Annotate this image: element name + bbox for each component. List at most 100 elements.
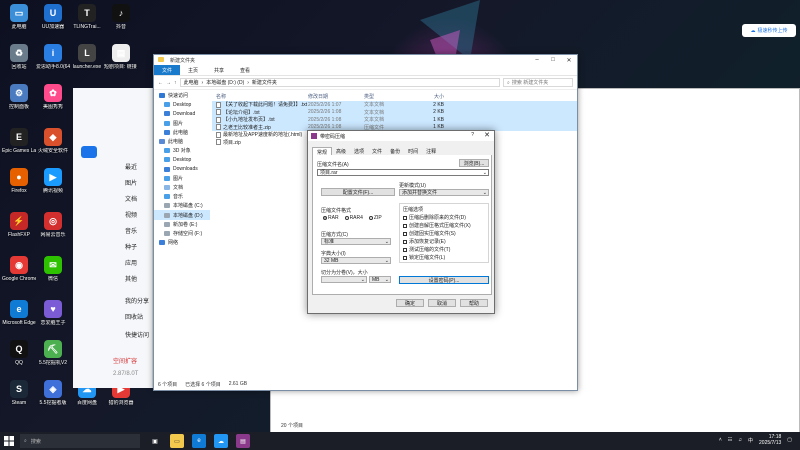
desktop-icon[interactable]: Llauncher.exe [70, 44, 104, 70]
explorer-titlebar[interactable]: 新建文件夹 – □ ✕ [154, 55, 577, 65]
column-name[interactable]: 名称 [212, 93, 308, 100]
format-rar-radio[interactable]: RAR [323, 215, 339, 221]
set-password-button[interactable]: 设置密码(P)... [399, 276, 489, 284]
netdisk-sidebar-item[interactable]: 图片 [125, 178, 137, 187]
edge-taskbar-icon[interactable]: e [192, 434, 206, 448]
winrar-dialog[interactable]: 带密码压缩 ? ✕ 常规 高级 选项 文件 备份 时间 注释 压缩文件名(A) 浏览(B).… [307, 130, 495, 314]
network-icon[interactable]: ☷ [728, 437, 732, 443]
netdisk-taskbar-icon[interactable]: ☁ [214, 434, 228, 448]
forward-arrow-icon[interactable]: → [166, 80, 171, 86]
option-checkbox[interactable]: 添加恢复记录(E) [403, 238, 446, 245]
column-date[interactable]: 修改日期 [308, 93, 364, 100]
desktop-icon[interactable]: i 爱思助手8.0(64位) [36, 44, 70, 70]
winrar-tab[interactable]: 常规 [312, 147, 333, 156]
netdisk-sidebar-item[interactable]: 文档 [125, 194, 137, 203]
desktop-icon[interactable]: ✿ 美图秀秀 [36, 84, 70, 110]
desktop-icon[interactable]: S Steam [2, 380, 36, 406]
winrar-taskbar-icon[interactable]: ▤ [236, 434, 250, 448]
notification-icon[interactable]: ▢ [787, 437, 792, 443]
desktop-icon[interactable]: E Epic Games Launcher [2, 128, 36, 154]
desktop-icon[interactable]: ♥ 恋爱脑王子 [36, 300, 70, 326]
file-explorer-taskbar-icon[interactable]: ▭ [170, 434, 184, 448]
desktop-icon[interactable]: ✉ 微信 [36, 256, 70, 282]
dict-select[interactable]: 32 MB ⌄ [321, 257, 391, 264]
option-checkbox[interactable]: 锁定压缩文件(L) [403, 254, 445, 261]
winrar-tab[interactable]: 选项 [350, 147, 368, 155]
breadcrumb-0[interactable]: 此电脑 [184, 79, 199, 86]
background-netdisk-window[interactable]: 最近 图片 文档 视频 音乐 种子 应用 其他 我的分享 回收站 快捷访问 空间扩容 2.87… [73, 88, 153, 388]
desktop-icon[interactable]: ⚙ 控制面板 [2, 84, 36, 110]
file-row[interactable]: 【论坛介绍】.txt 2025/2/26 1:08 文本文档 2 KB [212, 108, 577, 116]
column-size[interactable]: 大小 [414, 93, 444, 100]
desktop-icon[interactable]: ◆ 火绒安全软件 [36, 128, 70, 154]
desktop-icon[interactable]: U UU加速器 [36, 4, 70, 30]
netdisk-mine-label[interactable]: 我的分享 [125, 296, 149, 305]
option-checkbox[interactable]: 测试压缩的文件(T) [403, 246, 450, 253]
format-zip-radio[interactable]: ZIP [368, 215, 382, 221]
desktop-icon[interactable]: ▭ 此电脑 [2, 4, 36, 30]
desktop-icon[interactable]: ● Firefox [2, 168, 36, 194]
nav-item[interactable]: 文档 [154, 183, 210, 192]
breadcrumb-1[interactable]: 本地磁盘 (D:) (D) [206, 79, 244, 86]
help-button[interactable]: 帮助 [460, 299, 488, 307]
winrar-tab[interactable]: 时间 [404, 147, 422, 155]
nav-item[interactable]: 存储空间 (F:) [154, 229, 210, 238]
task-view-icon[interactable]: ▣ [148, 434, 162, 448]
up-arrow-icon[interactable]: ↑ [174, 80, 177, 86]
nav-item[interactable]: 本地磁盘 (C:) [154, 201, 210, 210]
desktop-icon[interactable]: ▶ 腾讯视频 [36, 168, 70, 194]
netdisk-sidebar-item[interactable]: 应用 [125, 258, 137, 267]
netdisk-sidebar-item[interactable]: 其他 [125, 274, 137, 283]
netdisk-sidebar-item[interactable]: 最近 [125, 162, 137, 171]
start-button[interactable] [0, 432, 18, 450]
tab-file[interactable]: 文件 [154, 65, 181, 75]
tab-share[interactable]: 共享 [206, 65, 232, 75]
netdisk-sidebar-item[interactable]: 音乐 [125, 226, 137, 235]
netdisk-speed-label[interactable]: 空间扩容 [113, 356, 137, 365]
nav-item[interactable]: 3D 对象 [154, 146, 210, 155]
clock[interactable]: 17:18 2025/7/13 [759, 434, 781, 446]
option-checkbox[interactable]: 创建固实压缩文件(S) [403, 230, 456, 237]
browse-button[interactable]: 浏览(B)... [459, 159, 489, 167]
minimize-button[interactable]: – [529, 55, 545, 65]
profiles-button[interactable]: 配置文件(F)... [321, 188, 395, 196]
nav-item[interactable]: 新加卷 (E:) [154, 220, 210, 229]
option-checkbox[interactable]: 压缩后删除原来的文件(D) [403, 214, 466, 221]
address-bar[interactable]: 此电脑 › 本地磁盘 (D:) (D) › 新建文件夹 [179, 78, 500, 87]
method-select[interactable]: 标准 ⌄ [321, 238, 391, 245]
nav-item[interactable]: Download [154, 109, 210, 118]
column-type[interactable]: 类型 [364, 93, 414, 100]
nav-item[interactable]: Desktop [154, 155, 210, 164]
winrar-titlebar[interactable]: 带密码压缩 ? ✕ [308, 131, 494, 141]
nav-item[interactable]: 音乐 [154, 192, 210, 201]
desktop-icon[interactable]: ◎ 网易云音乐 [36, 212, 70, 238]
winrar-tab[interactable]: 注释 [422, 147, 440, 155]
netdisk-sidebar-item[interactable]: 种子 [125, 242, 137, 251]
nav-item[interactable]: Desktop [154, 100, 210, 109]
nav-item[interactable]: 图片 [154, 174, 210, 183]
nav-item[interactable]: 图片 [154, 119, 210, 128]
nav-item[interactable]: 此电脑 [154, 137, 210, 146]
nav-item[interactable]: 本地磁盘 (D:) [154, 210, 210, 220]
breadcrumb-2[interactable]: 新建文件夹 [252, 79, 277, 86]
chevron-up-icon[interactable]: ˄ [719, 437, 722, 443]
input-method-icon[interactable]: 中 [748, 437, 753, 444]
netdisk-recycle-label[interactable]: 回收站 [125, 312, 143, 321]
volume-icon[interactable]: ♫ [738, 437, 742, 443]
update-mode-select[interactable]: 添加并替换文件 ⌄ [399, 189, 489, 196]
taskbar-search[interactable]: ⌕ 搜索 [20, 434, 140, 448]
desktop-icon[interactable]: ▤ 短剧项目: 链接 4 [104, 44, 138, 70]
desktop-icon[interactable]: ⛏ 5.5挖掘机V2 [36, 340, 70, 366]
desktop-icon[interactable]: Q QQ [2, 340, 36, 366]
desktop-icon[interactable]: ◈ 5.5挖掘者版 [36, 380, 70, 406]
nav-item[interactable]: 此电脑 [154, 128, 210, 137]
back-arrow-icon[interactable]: ← [158, 80, 163, 86]
option-checkbox[interactable]: 创建自解压格式压缩文件(X) [403, 222, 471, 229]
maximize-button[interactable]: □ [545, 55, 561, 65]
ok-button[interactable]: 确定 [396, 299, 424, 307]
help-icon[interactable]: ? [471, 132, 474, 138]
nav-item[interactable]: Downloads [154, 165, 210, 174]
desktop-icon[interactable]: ◉ Google Chrome [2, 256, 36, 282]
close-icon[interactable]: ✕ [484, 131, 490, 139]
tab-view[interactable]: 查看 [232, 65, 258, 75]
